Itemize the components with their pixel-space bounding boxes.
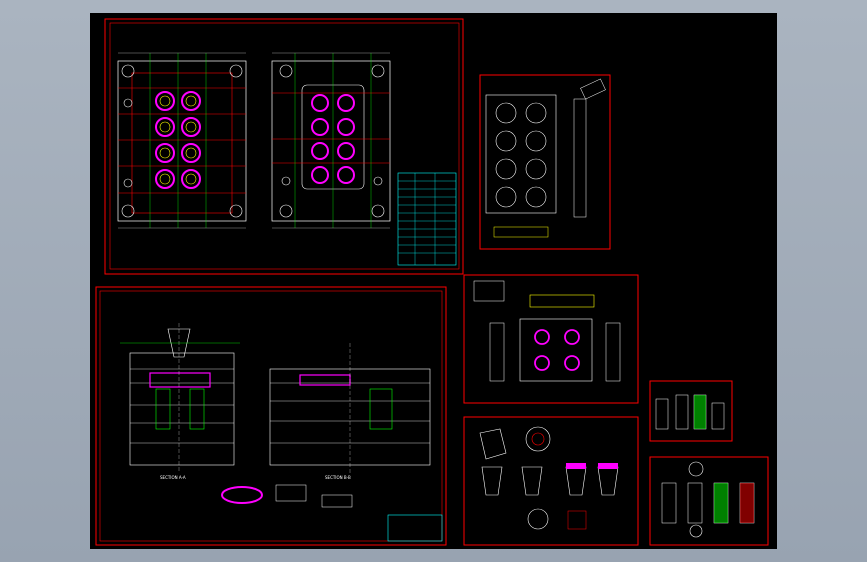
sheet-1-frame [109,22,460,270]
sheet-4-top-view [529,294,595,308]
section-a-label: SECTION A-A [160,475,186,480]
sheet-1[interactable] [104,18,464,275]
sheet-6-border [649,380,733,442]
cad-drawing: SECTION A-A SECTION B-B [95,18,769,546]
sheet-2-section [573,98,587,218]
sheet-4-iso-view [473,280,505,302]
sheet-4-side-view [489,322,505,382]
sheet-1-left-ejector-lines [149,53,207,228]
sheet-1-left-insert [131,72,233,214]
sheet-2-border [479,74,611,250]
sheet-4-insert-plate [519,318,593,382]
part-detail-view [567,510,587,530]
sheet-1-right-ejector-lines [294,53,372,228]
sheet-7-hatched-2 [740,483,754,523]
part-iso-view [479,428,507,460]
sheet-2-cavities [495,102,547,208]
sheet-5[interactable] [463,416,639,546]
sheet-1-left-plate [117,60,247,222]
sheet-6-hatched [694,395,706,429]
sheet-7-top-view [688,461,704,477]
sheet-1-dimension-lines [118,52,390,229]
sheet-4-section-view [605,322,621,382]
sheet-5-border [463,416,639,546]
sheet-7-hatched-1 [714,483,728,523]
part-section-views [481,466,619,496]
part-top-view [525,426,551,452]
sheet-7-bottom-view [689,524,703,538]
sheet-3[interactable]: SECTION A-A SECTION B-B [95,286,447,546]
section-b-label: SECTION B-B [325,475,351,480]
sheet-4[interactable] [463,274,639,404]
detail-view-2 [321,494,353,508]
sheet-1-right-guide-holes [279,64,385,218]
ring-detail [221,486,263,504]
section-a-view [120,323,240,473]
sheet-6[interactable] [649,380,733,442]
part-top-view-bore [531,432,545,446]
sheet-3-title-block [387,514,443,542]
section-b-view [269,343,431,473]
sheet-6-views [655,394,725,430]
sheet-7[interactable] [649,456,769,546]
sheet-1-title-rows [398,173,456,265]
part-section-highlight-1 [566,463,586,469]
part-bottom-view [527,508,549,530]
sheet-3-border [95,286,447,546]
detail-view-1 [275,484,307,502]
drawing-canvas[interactable]: SECTION A-A SECTION B-B [90,13,777,549]
sheet-1-right-cooling-lines [272,92,390,164]
sheet-4-cavities [534,329,580,371]
sheet-2-iso-view [580,78,606,100]
sheet-2-side-view [493,226,549,238]
part-section-highlight-2 [598,463,618,469]
sheet-2-plate [485,94,557,214]
sheet-1-title-block [397,172,457,266]
sheet-3-frame [99,290,443,542]
sheet-2[interactable] [479,74,611,250]
